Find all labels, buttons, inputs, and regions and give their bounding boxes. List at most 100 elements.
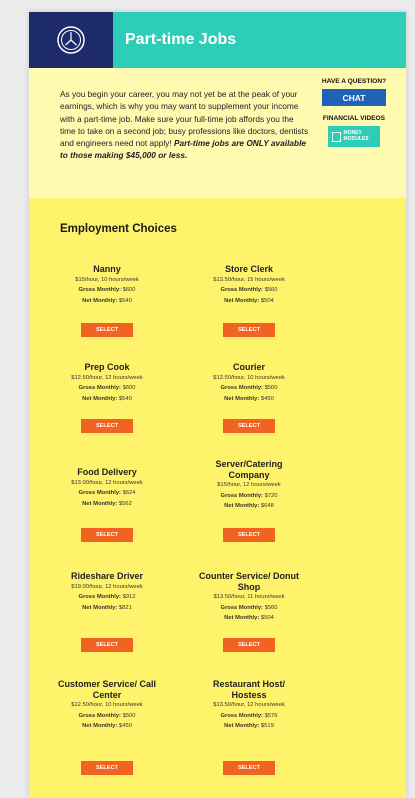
money-modules-icon	[332, 131, 341, 142]
job-net-monthly-value: $648	[260, 503, 274, 509]
job-gross-monthly-label: Gross Monthly:	[220, 287, 263, 293]
job-net-monthly-label: Net Monthly:	[82, 604, 118, 611]
job-rate: $15/hour, 10 hours/week	[75, 276, 139, 283]
job-title: Prep Cook	[84, 362, 130, 372]
select-job-button[interactable]: SELECT	[223, 638, 275, 652]
select-job-button[interactable]: SELECT	[223, 419, 275, 433]
job-title: Restaurant Host/ Hostess	[212, 679, 285, 700]
job-title: Rideshare Driver	[70, 571, 144, 581]
job-net-monthly-label: Net Monthly:	[224, 297, 260, 304]
job-net-monthly-label: Net Monthly:	[82, 500, 118, 507]
job-card: Server/Catering Company $15/hour, 12 hour…	[189, 459, 309, 512]
job-gross-monthly-label: Gross Monthly:	[220, 492, 263, 499]
select-job-button[interactable]: SELECT	[223, 323, 275, 337]
job-gross-monthly: Gross Monthly: $912	[78, 592, 135, 603]
job-net-monthly-label: Net Monthly:	[224, 503, 260, 509]
job-net-monthly: Net Monthly: $519	[224, 721, 274, 732]
job-net-monthly-value: $540	[118, 395, 132, 402]
job-gross-monthly-value: $912	[122, 594, 136, 600]
job-gross-monthly: Gross Monthly: $576	[220, 711, 277, 722]
job-rate: $15/hour, 12 hours/week	[217, 482, 281, 488]
job-gross-monthly-label: Gross Monthly:	[78, 594, 121, 600]
job-rate: $13.50/hour, 15 hours/week	[213, 276, 285, 283]
header: Part-time Jobs	[29, 12, 406, 68]
select-job-button[interactable]: SELECT	[81, 761, 133, 775]
job-gross-monthly-value: $720	[264, 492, 278, 499]
job-card: Store Clerk $13.50/hour, 15 hours/week Gro…	[189, 264, 309, 306]
job-gross-monthly-label: Gross Monthly:	[220, 712, 263, 719]
select-job-button[interactable]: SELECT	[223, 528, 275, 542]
job-net-monthly-value: $540	[118, 297, 132, 304]
job-net-monthly: Net Monthly: $821	[82, 603, 132, 614]
job-rate: $19.00/hour, 12 hours/week	[71, 583, 143, 590]
job-gross-monthly-value: $624	[122, 490, 136, 496]
job-card: Courier $12.50/hour, 10 hours/week Gross M…	[189, 362, 309, 404]
job-net-monthly-label: Net Monthly:	[82, 723, 118, 729]
job-rate: $13.50/hour, 12 hours/week	[213, 702, 285, 708]
section-title: Employment Choices	[60, 223, 177, 235]
job-card: Prep Cook $12.50/hour, 12 hours/week Gross…	[47, 362, 167, 404]
job-net-monthly: Net Monthly: $562	[82, 499, 132, 510]
job-net-monthly-value: $504	[260, 297, 274, 304]
job-gross-monthly-label: Gross Monthly:	[220, 604, 263, 611]
job-card: Food Delivery $13.00/hour, 12 hours/week G…	[47, 467, 167, 509]
select-job-button[interactable]: SELECT	[81, 323, 133, 337]
money-modules-button[interactable]: MONEY MODULES	[328, 126, 380, 147]
job-net-monthly-value: $504	[260, 615, 274, 621]
page-title: Part-time Jobs	[113, 12, 406, 68]
job-gross-monthly-value: $576	[264, 712, 278, 719]
job-gross-monthly: Gross Monthly: $560	[220, 603, 277, 614]
job-title: Counter Service/ Donut Shop	[199, 571, 300, 592]
job-rate: $12.50/hour, 10 hours/week	[213, 374, 285, 381]
select-job-button[interactable]: SELECT	[223, 761, 275, 775]
job-rate: $13.50/hour, 11 hours/week	[213, 594, 285, 600]
intro-text: As you begin your career, you may not ye…	[60, 88, 310, 162]
job-gross-monthly-value: $560	[264, 604, 278, 611]
job-title: Courier	[232, 362, 265, 372]
job-net-monthly-label: Net Monthly:	[82, 395, 118, 402]
job-net-monthly-label: Net Monthly:	[224, 615, 260, 621]
job-net-monthly-value: $519	[260, 723, 274, 729]
job-net-monthly-label: Net Monthly:	[224, 723, 260, 729]
job-title: Food Delivery	[77, 467, 137, 477]
job-title: Nanny	[93, 264, 121, 274]
financial-videos-label: FINANCIAL VIDEOS	[322, 115, 386, 122]
help-sidebar: HAVE A QUESTION? CHAT FINANCIAL VIDEOS M…	[310, 78, 398, 147]
job-card: Nanny $15/hour, 10 hours/week Gross Monthl…	[47, 264, 167, 306]
job-card: Restaurant Host/ Hostess $13.50/hour, 12 …	[189, 679, 309, 732]
job-gross-monthly-label: Gross Monthly:	[78, 490, 121, 496]
job-gross-monthly-value: $500	[122, 712, 136, 719]
job-title: Customer Service/ Call Center	[57, 679, 157, 700]
clock-logo-icon	[57, 26, 85, 54]
job-card: Customer Service/ Call Center $12.50/hour…	[47, 679, 167, 732]
question-label: HAVE A QUESTION?	[321, 78, 387, 85]
job-card: Rideshare Driver $19.00/hour, 12 hours/we…	[47, 571, 167, 613]
job-gross-monthly-label: Gross Monthly:	[78, 385, 121, 391]
select-job-button[interactable]: SELECT	[81, 638, 133, 652]
job-net-monthly-label: Net Monthly:	[224, 395, 260, 402]
job-net-monthly-label: Net Monthly:	[82, 297, 118, 304]
logo	[29, 12, 113, 68]
job-rate: $13.00/hour, 12 hours/week	[71, 479, 143, 486]
job-gross-monthly-value: $600	[122, 385, 136, 391]
job-rate: $12.50/hour, 10 hours/week	[71, 702, 143, 708]
job-gross-monthly: Gross Monthly: $560	[220, 285, 277, 296]
job-gross-monthly: Gross Monthly: $600	[78, 285, 135, 296]
job-gross-monthly-label: Gross Monthly:	[78, 712, 121, 719]
job-title: Server/Catering Company	[215, 459, 283, 480]
job-gross-monthly-label: Gross Monthly:	[220, 385, 263, 391]
job-net-monthly-value: $562	[118, 500, 132, 507]
job-title: Store Clerk	[224, 264, 274, 274]
money-modules-label: MONEY MODULES	[343, 130, 369, 142]
job-net-monthly: Net Monthly: $504	[224, 613, 274, 624]
job-net-monthly: Net Monthly: $504	[224, 296, 274, 307]
job-net-monthly: Net Monthly: $450	[82, 721, 132, 732]
job-gross-monthly-value: $600	[122, 287, 136, 293]
job-net-monthly: Net Monthly: $648	[224, 501, 274, 512]
job-gross-monthly: Gross Monthly: $624	[78, 488, 135, 499]
select-job-button[interactable]: SELECT	[81, 419, 133, 433]
select-job-button[interactable]: SELECT	[81, 528, 133, 542]
job-net-monthly: Net Monthly: $540	[82, 296, 132, 307]
job-net-monthly-value: $450	[260, 395, 274, 402]
chat-button[interactable]: CHAT	[322, 89, 386, 106]
